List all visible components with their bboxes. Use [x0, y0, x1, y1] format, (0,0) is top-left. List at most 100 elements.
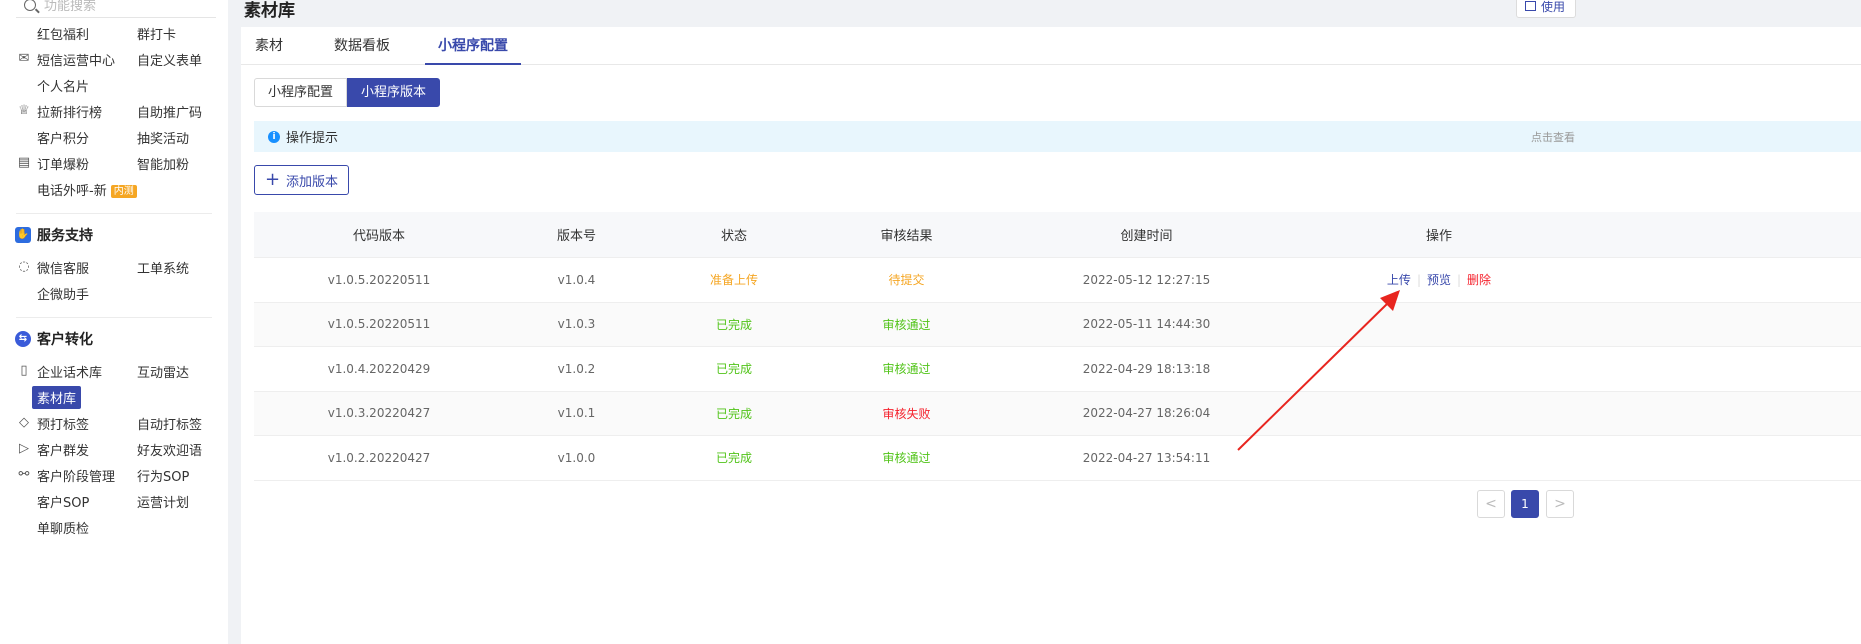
sidebar-row: ▤ 订单爆粉 智能加粉 — [0, 150, 228, 176]
cell-created-time: 2022-04-29 18:13:18 — [1082, 361, 1211, 376]
header-status: 状态 — [720, 229, 747, 244]
sidebar-item-radar[interactable]: 互动雷达 — [137, 362, 189, 381]
sidebar-item-sms-center[interactable]: 短信运营中心 — [37, 50, 115, 69]
table-header: 代码版本 版本号 状态 审核结果 创建时间 操作 — [254, 212, 1861, 258]
pagination-prev-button[interactable]: < — [1477, 490, 1505, 518]
cell-created-time: 2022-05-12 12:27:15 — [1082, 272, 1211, 287]
table-row: v1.0.3.20220427 v1.0.1 已完成 审核失败 2022-04-… — [254, 391, 1861, 436]
sidebar-item-chat-qa[interactable]: 单聊质检 — [37, 518, 89, 537]
op-separator: | — [1457, 272, 1462, 287]
sidebar-item-red-packet[interactable]: 红包福利 — [37, 24, 89, 43]
usage-label: 使用 — [1541, 0, 1566, 14]
cell-audit-result: 审核通过 — [882, 451, 931, 466]
sidebar-row: 个人名片 — [0, 72, 228, 98]
op-separator: | — [1416, 272, 1421, 287]
function-search-input[interactable]: 功能搜索 — [16, 0, 216, 18]
cell-audit-result: 待提交 — [888, 273, 925, 288]
table-row: v1.0.5.20220511 v1.0.4 准备上传 待提交 2022-05-… — [254, 258, 1861, 303]
cell-status: 已完成 — [715, 362, 752, 377]
sidebar-item-script-library[interactable]: 企业话术库 — [37, 362, 102, 381]
tab-data-board[interactable]: 数据看板 — [334, 27, 390, 65]
group-label: 服务支持 — [37, 228, 93, 244]
cell-status: 准备上传 — [709, 273, 758, 288]
page-title: 素材库 — [244, 1, 295, 21]
pagination-page-1[interactable]: 1 — [1511, 490, 1539, 518]
sidebar-group-service: ✋ 服务支持 — [0, 222, 228, 248]
book-icon: ▯ — [20, 363, 28, 378]
app-root: 功能搜索 红包福利 群打卡 ✉ 短信运营中心 自定义表单 个人名片 ♕ 拉新排行… — [0, 0, 1861, 644]
sidebar-item-smart-add[interactable]: 智能加粉 — [137, 154, 189, 173]
sidebar-item-material-library[interactable]: 素材库 — [32, 385, 82, 409]
sidebar-row: ▷ 客户群发 好友欢迎语 — [0, 436, 228, 462]
cell-audit-result: 审核通过 — [882, 317, 931, 332]
cell-created-time: 2022-04-27 13:54:11 — [1082, 450, 1211, 465]
search-icon — [24, 0, 36, 11]
delete-link[interactable]: 删除 — [1467, 271, 1491, 288]
cell-version-number: v1.0.3 — [557, 317, 596, 332]
cell-code-version: v1.0.5.20220511 — [327, 317, 431, 332]
cell-created-time: 2022-04-27 18:26:04 — [1082, 406, 1211, 421]
sidebar-item-ticket-system[interactable]: 工单系统 — [137, 258, 189, 277]
usage-guide-button[interactable]: 使用 — [1516, 0, 1576, 18]
beta-badge: 内测 — [110, 184, 137, 198]
tag-icon: ◇ — [19, 415, 29, 430]
sidebar-divider — [16, 317, 212, 318]
sidebar-item-group-checkin[interactable]: 群打卡 — [137, 24, 176, 43]
sidebar-row: 电话外呼-新 内测 — [0, 176, 228, 202]
sidebar-item-label: 电话外呼-新 — [37, 183, 107, 199]
sidebar-item-business-card[interactable]: 个人名片 — [37, 76, 89, 95]
sidebar-item-ops-plan[interactable]: 运营计划 — [137, 492, 189, 511]
sidebar-item-mass-send[interactable]: 客户群发 — [37, 440, 89, 459]
mail-icon: ✉ — [18, 51, 30, 66]
preview-link[interactable]: 预览 — [1427, 271, 1451, 288]
cell-version-number: v1.0.4 — [557, 272, 596, 287]
tip-view-more-link[interactable]: 点击查看 — [1531, 129, 1575, 145]
cell-code-version: v1.0.4.20220429 — [327, 361, 431, 376]
sidebar-divider — [16, 213, 212, 214]
add-version-button[interactable]: + 添加版本 — [254, 165, 349, 195]
handshake-icon: ✋ — [15, 227, 31, 243]
cell-version-number: v1.0.2 — [557, 361, 596, 376]
sidebar-group-convert: ⇆ 客户转化 — [0, 326, 228, 352]
sidebar: 功能搜索 红包福利 群打卡 ✉ 短信运营中心 自定义表单 个人名片 ♕ 拉新排行… — [0, 0, 228, 644]
sidebar-row: 红包福利 群打卡 — [0, 20, 228, 46]
sidebar-row: ♕ 拉新排行榜 自助推广码 — [0, 98, 228, 124]
sidebar-row: ◇ 预打标签 自动打标签 — [0, 410, 228, 436]
tab-material[interactable]: 素材 — [255, 27, 283, 65]
sidebar-item-pre-tag[interactable]: 预打标签 — [37, 414, 89, 433]
sidebar-item-wecom-assistant[interactable]: 企微助手 — [37, 284, 89, 303]
search-placeholder: 功能搜索 — [44, 0, 97, 14]
add-version-label: 添加版本 — [286, 174, 339, 190]
clipboard-icon: ▤ — [17, 155, 31, 170]
sidebar-item-stage-mgmt[interactable]: 客户阶段管理 — [37, 466, 115, 485]
sidebar-item-points[interactable]: 客户积分 — [37, 128, 89, 147]
pagination-next-button[interactable]: > — [1546, 490, 1574, 518]
sidebar-item-promo-code[interactable]: 自助推广码 — [137, 102, 202, 121]
sidebar-item-order-fans[interactable]: 订单爆粉 — [37, 154, 89, 173]
sidebar-row: 客户积分 抽奖活动 — [0, 124, 228, 150]
table-row: v1.0.5.20220511 v1.0.3 已完成 审核通过 2022-05-… — [254, 302, 1861, 347]
segment-switch: 小程序配置 小程序版本 — [254, 78, 441, 107]
sidebar-item-welcome-msg[interactable]: 好友欢迎语 — [137, 440, 202, 459]
sidebar-item-wechat-service[interactable]: 微信客服 — [37, 258, 89, 277]
segment-miniprogram-version[interactable]: 小程序版本 — [347, 78, 441, 107]
sidebar-item-behavior-sop[interactable]: 行为SOP — [137, 466, 189, 485]
sidebar-item-lottery[interactable]: 抽奖活动 — [137, 128, 189, 147]
sidebar-row: ✉ 短信运营中心 自定义表单 — [0, 46, 228, 72]
upload-link[interactable]: 上传 — [1387, 271, 1411, 288]
header-created-time: 创建时间 — [1120, 229, 1173, 244]
table-row: v1.0.2.20220427 v1.0.0 已完成 审核通过 2022-04-… — [254, 436, 1861, 481]
tab-bar: 素材 数据看板 小程序配置 — [241, 27, 1861, 65]
sidebar-item-customer-sop[interactable]: 客户SOP — [37, 492, 89, 511]
sidebar-item-referral-rank[interactable]: 拉新排行榜 — [37, 102, 102, 121]
tab-miniprogram-config[interactable]: 小程序配置 — [425, 27, 521, 65]
segment-miniprogram-config[interactable]: 小程序配置 — [254, 78, 348, 107]
header-operations: 操作 — [1425, 229, 1452, 244]
header-version-number: 版本号 — [556, 229, 596, 244]
sidebar-row: 单聊质检 — [0, 514, 228, 540]
sidebar-item-auto-tag[interactable]: 自动打标签 — [137, 414, 202, 433]
header-audit-result: 审核结果 — [880, 229, 933, 244]
sidebar-item-phone-call[interactable]: 电话外呼-新 内测 — [37, 180, 137, 199]
sidebar-item-custom-form[interactable]: 自定义表单 — [137, 50, 202, 69]
cell-audit-result: 审核失败 — [882, 406, 931, 421]
